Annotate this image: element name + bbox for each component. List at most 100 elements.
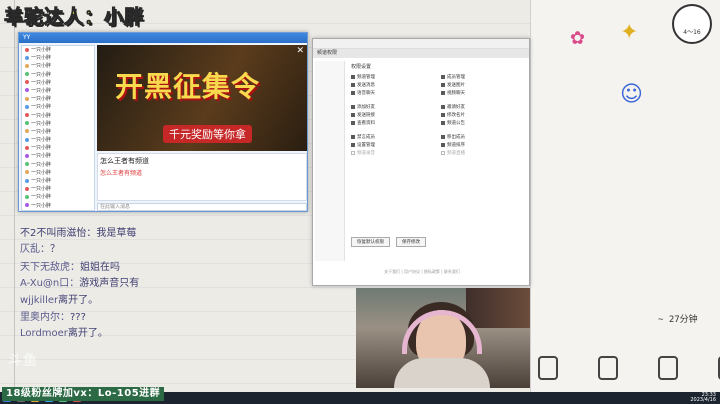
permission-checkbox[interactable]: 邀请好友 bbox=[441, 104, 527, 110]
list-item[interactable]: 一只小胖 bbox=[22, 161, 94, 169]
permission-checkbox[interactable]: 禁言成员 bbox=[351, 134, 437, 140]
yy-member-list[interactable]: 一只小胖 一只小胖 一只小胖 一只小胖 一只小胖 一只小胖 一只小胖 一只小胖 … bbox=[21, 45, 95, 211]
permission-grid: 频道管理 成员管理 发送消息 发送图片 语音聊天 视频聊天 添加好友 邀请好友 … bbox=[351, 74, 527, 156]
chat-line: Lordmoer离开了。 bbox=[20, 328, 108, 339]
permission-checkbox[interactable]: 设置管理 bbox=[351, 142, 437, 148]
permission-checkbox[interactable]: 视频聊天 bbox=[441, 90, 527, 96]
list-item[interactable]: 一只小胖 bbox=[22, 193, 94, 201]
user-icon bbox=[25, 129, 29, 134]
chat-line: 里奥内尔：??? bbox=[20, 312, 86, 323]
checkbox-icon bbox=[351, 113, 355, 117]
yy-promo-banner[interactable]: 开黑征集令 千元奖励等你拿 ✕ bbox=[97, 45, 307, 151]
tab-permissions[interactable]: 频道权限 bbox=[313, 49, 529, 58]
checkbox-icon bbox=[351, 121, 355, 125]
chat-line: wjjkiller离开了。 bbox=[20, 295, 99, 306]
user-icon bbox=[25, 153, 29, 158]
permission-checkbox[interactable]: 发送链接 bbox=[351, 112, 437, 118]
list-item[interactable]: 一只小胖 bbox=[22, 79, 94, 87]
user-icon bbox=[25, 63, 29, 68]
permission-checkbox[interactable]: 查看资料 bbox=[351, 120, 437, 126]
browser-window[interactable]: 频道权限 权限设置 频道管理 成员管理 发送消息 发送图片 语音聊天 视频聊天 … bbox=[312, 38, 530, 286]
sun-doodle-icon: ✦ bbox=[620, 20, 639, 45]
user-icon bbox=[25, 55, 29, 60]
checkbox-icon bbox=[351, 151, 355, 155]
chat-line: 不2不叫雨滋怡：我是草莓 bbox=[20, 228, 137, 239]
list-item[interactable]: 一只小胖 bbox=[22, 95, 94, 103]
right-decor-panel bbox=[530, 0, 720, 404]
list-item[interactable]: 一只小胖 bbox=[22, 103, 94, 111]
permission-checkbox[interactable]: 发送图片 bbox=[441, 82, 527, 88]
checkbox-icon bbox=[441, 91, 445, 95]
list-item[interactable]: 一只小胖 bbox=[22, 120, 94, 128]
user-icon bbox=[25, 186, 29, 191]
douyu-watermark: 斗鱼 bbox=[8, 353, 38, 369]
user-icon bbox=[25, 145, 29, 150]
countdown-text: ~ 27分钟 bbox=[658, 315, 698, 325]
lock-icon bbox=[538, 356, 558, 380]
checkbox-icon bbox=[351, 143, 355, 147]
browser-sidebar[interactable] bbox=[315, 61, 345, 261]
chat-line: 天下无敌虎：姐姐在吗 bbox=[20, 262, 120, 273]
banner-title: 开黑征集令 bbox=[115, 70, 261, 103]
permission-checkbox[interactable]: 发送消息 bbox=[351, 82, 437, 88]
list-item[interactable]: 一只小胖 bbox=[22, 128, 94, 136]
permission-checkbox[interactable]: 频道管理 bbox=[351, 74, 437, 80]
list-item[interactable]: 一只小胖 bbox=[22, 54, 94, 62]
taskbar-clock[interactable]: 23:33 2023/4/16 bbox=[690, 393, 716, 403]
save-changes-button[interactable]: 保存修改 bbox=[396, 237, 426, 247]
list-item[interactable]: 一只小胖 bbox=[22, 71, 94, 79]
fan-badge-banner: 18级粉丝牌加vx：Lo-105进群 bbox=[2, 387, 165, 401]
permission-checkbox[interactable]: 移出成员 bbox=[441, 134, 527, 140]
user-icon bbox=[25, 88, 29, 93]
list-item[interactable]: 一只小胖 bbox=[22, 46, 94, 54]
address-bar[interactable] bbox=[313, 39, 529, 49]
checkbox-icon bbox=[441, 113, 445, 117]
webcam-feed bbox=[356, 288, 530, 388]
yy-client-window[interactable]: YY 一只小胖 一只小胖 一只小胖 一只小胖 一只小胖 一只小胖 一只小胖 一只… bbox=[18, 32, 308, 212]
yy-message-input[interactable]: 在此输入消息 bbox=[97, 203, 307, 211]
banner-subtitle: 千元奖励等你拿 bbox=[163, 125, 252, 143]
list-item[interactable]: 一只小胖 bbox=[22, 62, 94, 70]
restore-defaults-button[interactable]: 恢复默认权限 bbox=[351, 237, 390, 247]
list-item[interactable]: 一只小胖 bbox=[22, 87, 94, 95]
user-icon bbox=[25, 203, 29, 208]
checkbox-icon bbox=[351, 83, 355, 87]
list-item[interactable]: 一只小胖 bbox=[22, 169, 94, 177]
check-icon bbox=[598, 356, 618, 380]
checkbox-icon bbox=[441, 135, 445, 139]
checkbox-icon bbox=[351, 75, 355, 79]
list-item[interactable]: 一只小胖 bbox=[22, 202, 94, 210]
flower-doodle-icon: ✿ bbox=[570, 28, 586, 49]
user-icon bbox=[25, 178, 29, 183]
list-item[interactable]: 一只小胖 bbox=[22, 136, 94, 144]
user-icon bbox=[25, 104, 29, 109]
permission-checkbox[interactable]: 修改名片 bbox=[441, 112, 527, 118]
permission-checkbox[interactable]: 频道录音 bbox=[351, 150, 437, 156]
permission-checkbox[interactable]: 频道直播 bbox=[441, 150, 527, 156]
list-item[interactable]: 一只小胖 bbox=[22, 152, 94, 160]
streamer-title: 羊驼达人：小胖 bbox=[3, 6, 145, 29]
permission-checkbox[interactable]: 语音聊天 bbox=[351, 90, 437, 96]
checkbox-icon bbox=[441, 121, 445, 125]
user-icon bbox=[25, 162, 29, 167]
checkbox-icon bbox=[441, 75, 445, 79]
checkbox-icon bbox=[441, 151, 445, 155]
paper-margin-line bbox=[14, 0, 15, 404]
list-item[interactable]: 一只小胖 bbox=[22, 144, 94, 152]
chat-message: 怎么王者有频道 bbox=[100, 157, 149, 165]
permission-checkbox[interactable]: 频道排序 bbox=[441, 142, 527, 148]
user-icon bbox=[25, 47, 29, 52]
list-item[interactable]: 一只小胖 bbox=[22, 177, 94, 185]
permission-checkbox[interactable]: 成员管理 bbox=[441, 74, 527, 80]
user-icon bbox=[25, 137, 29, 142]
permission-checkbox[interactable]: 添加好友 bbox=[351, 104, 437, 110]
user-icon bbox=[25, 113, 29, 117]
list-item[interactable]: 一只小胖 bbox=[22, 112, 94, 120]
yy-titlebar[interactable]: YY bbox=[19, 33, 307, 43]
chat-line: A-Xu@n口：游戏声音只有 bbox=[20, 278, 140, 289]
permission-checkbox[interactable]: 频道公告 bbox=[441, 120, 527, 126]
checkbox-icon bbox=[441, 83, 445, 87]
close-icon[interactable]: ✕ bbox=[296, 46, 304, 56]
list-item[interactable]: 一只小胖 bbox=[22, 185, 94, 193]
checkbox-icon bbox=[441, 143, 445, 147]
